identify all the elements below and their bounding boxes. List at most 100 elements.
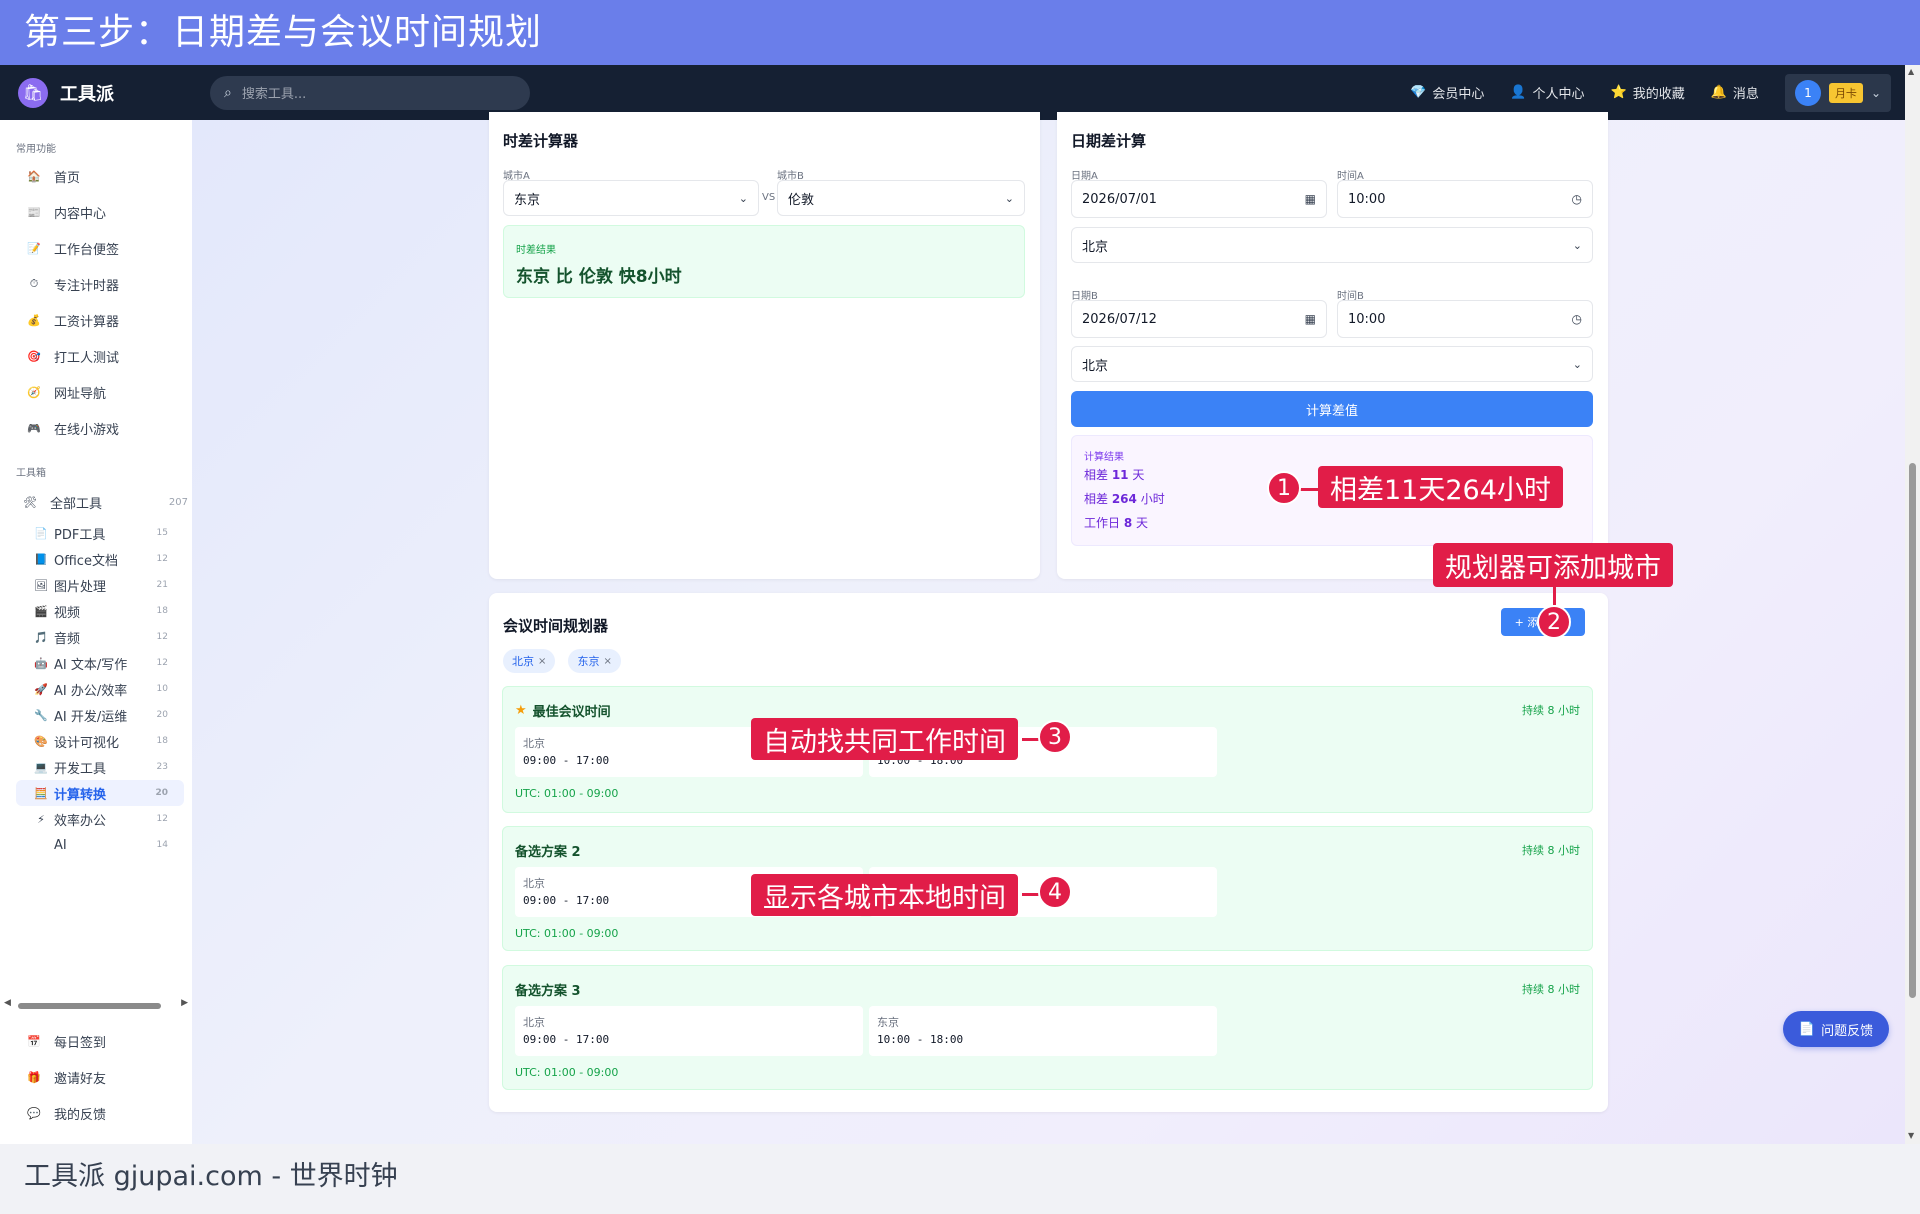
close-icon[interactable]: × [538,656,546,667]
sidebar-item[interactable]: 🤖 AI 文本/写作 12 [0,650,192,676]
sidebar-item-label: AI 开发/运维 [54,709,128,725]
nav-messages[interactable]: 🔔 消息 [1711,83,1759,102]
city-time: 09:00 - 17:00 [523,1033,610,1046]
sidebar-item-icon: 🎯 [27,349,41,363]
time-a-input[interactable]: 10:00 ◷ [1337,180,1593,218]
date-b-value: 2026/07/12 [1082,311,1157,327]
sidebar-item-label: 内容中心 [54,206,107,222]
sidebar-item[interactable]: 📝 工作台便签 [0,230,192,266]
annotation-callout-4: 显示各城市本地时间 [751,874,1018,916]
city-name: 东京 [877,1016,899,1029]
result-workdays: 工作日 8 天 [1084,514,1148,531]
sidebar-item[interactable]: 📰 内容中心 [0,194,192,230]
sidebar-item[interactable]: 📘 Office文档 12 [0,546,192,572]
search-input[interactable]: ⌕ 搜索工具... [210,75,530,110]
timezone-diff-card: 时差计算器 城市A 城市B 东京 ⌄ VS 伦敦 ⌄ 时差结果 东京 比 伦敦 … [489,112,1040,579]
sidebar-item[interactable]: 💬 我的反馈 [0,1095,192,1131]
sidebar-item-label: 专注计时器 [54,278,120,294]
city-a-select[interactable]: 东京 ⌄ [503,180,759,216]
city-time-tile: 北京 09:00 - 17:00 [515,1006,863,1056]
sidebar-item[interactable]: ⏱ 专注计时器 [0,266,192,302]
tutorial-banner-title: 第三步：日期差与会议时间规划 [0,0,1920,65]
sidebar: 常用功能 🏠 首页 📰 内容中心 📝 工作台便签 ⏱ 专注计时器 💰 工资计算器 🎯 打工人测试 🧭 网址… [0,120,192,1144]
calendar-icon[interactable]: ▦ [1305,192,1316,206]
city-a-select[interactable]: 北京 ⌄ [1071,227,1593,263]
scroll-left-arrow-icon[interactable]: ◀ [4,998,11,1008]
sidebar-item-label: Office文档 [54,553,118,569]
chevron-down-icon: ⌄ [738,191,748,205]
scroll-thumb[interactable] [1909,463,1916,998]
scroll-thumb[interactable] [18,1003,161,1009]
calendar-icon[interactable]: ▦ [1305,312,1316,326]
sidebar-item[interactable]: 🖼 图片处理 21 [0,572,192,598]
sidebar-item[interactable]: 🎨 设计可视化 18 [0,728,192,754]
result-number: 8 [1123,516,1133,530]
sidebar-item[interactable]: 🎯 打工人测试 [0,338,192,374]
time-b-input[interactable]: 10:00 ◷ [1337,300,1593,338]
sidebar-item-icon: 📅 [27,1034,41,1048]
sidebar-item[interactable]: 🎁 邀请好友 [0,1059,192,1095]
sidebar-item[interactable]: 🔧 AI 开发/运维 20 [0,702,192,728]
city-b-select[interactable]: 伦敦 ⌄ [777,180,1025,216]
page-vertical-scrollbar[interactable]: ▲ ▼ [1905,65,1920,1144]
plan-utc: UTC: 01:00 - 09:00 [515,1066,619,1079]
sidebar-item[interactable]: 📅 每日签到 [0,1023,192,1059]
feedback-label: 问题反馈 [1821,1023,1874,1039]
nav-favorites[interactable]: ⭐ 我的收藏 [1611,83,1685,102]
result-prefix: 工作日 [1084,516,1124,530]
sidebar-item-icon: 🎨 [34,734,48,748]
sidebar-item-label: 效率办公 [54,813,107,829]
main-content: 时差计算器 城市A 城市B 东京 ⌄ VS 伦敦 ⌄ 时差结果 东京 比 伦敦 … [192,112,1905,1144]
sidebar-item-count: 18 [156,606,168,616]
scroll-down-arrow-icon[interactable]: ▼ [1908,1131,1914,1140]
sidebar-item[interactable]: 🎵 音频 12 [0,624,192,650]
sidebar-item-label: 音频 [54,631,81,647]
result-prefix: 相差 [1084,468,1112,482]
date-a-input[interactable]: 2026/07/01 ▦ [1071,180,1327,218]
sidebar-item[interactable]: 🚀 AI 办公/效率 10 [0,676,192,702]
sidebar-item[interactable]: 📄 PDF工具 15 [0,520,192,546]
nav-personal-center[interactable]: 👤 个人中心 [1510,83,1584,102]
sidebar-item[interactable]: 🎬 视频 18 [0,598,192,624]
user-menu[interactable]: 1 月卡 ⌄ [1784,73,1891,112]
sidebar-item-label: 工作台便签 [54,242,120,258]
sidebar-item[interactable]: AI 14 [0,832,192,858]
sidebar-item-label: 计算转换 [54,787,107,803]
scroll-up-arrow-icon[interactable]: ▲ [1908,67,1914,76]
nav-label: 我的收藏 [1632,87,1685,102]
sidebar-item[interactable]: 💰 工资计算器 [0,302,192,338]
sidebar-item[interactable]: ⚡ 效率办公 12 [0,806,192,832]
plan-duration: 持续 8 小时 [1522,844,1580,857]
calculate-button[interactable]: 计算差值 [1071,391,1593,427]
sidebar-item-icon: 🔧 [34,708,48,722]
sidebar-item-icon: ⚡ [37,812,45,826]
plan-duration: 持续 8 小时 [1522,704,1580,717]
clock-icon[interactable]: ◷ [1572,192,1582,206]
sidebar-item[interactable]: 🧮 计算转换 20 [16,780,184,806]
logo[interactable]: 🛍 工具派 [18,77,188,108]
sidebar-item[interactable]: 🏠 首页 [0,158,192,194]
scroll-right-arrow-icon[interactable]: ▶ [181,998,188,1008]
close-icon[interactable]: × [603,656,611,667]
nav-member-center[interactable]: 💎 会员中心 [1410,83,1484,102]
annotation-number-4: 4 [1038,875,1072,909]
search-icon: ⌕ [224,84,232,101]
sidebar-item[interactable]: 💻 开发工具 23 [0,754,192,780]
logo-text: 工具派 [60,83,114,105]
meeting-plan-alt-3[interactable]: 备选方案 3 持续 8 小时 北京 09:00 - 17:00 东京 10:00 -… [502,965,1593,1090]
date-b-input[interactable]: 2026/07/12 ▦ [1071,300,1327,338]
clock-icon[interactable]: ◷ [1572,312,1582,326]
sidebar-item[interactable]: 🧭 网址导航 [0,374,192,410]
sidebar-item[interactable]: 🎮 在线小游戏 [0,410,192,446]
sidebar-horizontal-scrollbar[interactable]: ◀ ▶ [0,998,192,1012]
sidebar-item-label: 打工人测试 [54,350,120,366]
sidebar-item-all-tools[interactable]: 🛠 全部工具 207 [0,484,192,520]
nav-label: 个人中心 [1532,87,1585,102]
city-chip[interactable]: 东京 × [568,649,621,673]
city-b-select[interactable]: 北京 ⌄ [1071,346,1593,382]
star-icon: ★ [515,703,527,718]
meeting-planner-card: 会议时间规划器 + 添加城市 北京× 东京× ★最佳会议时间 持续 8 小时 北… [489,593,1608,1112]
city-chip[interactable]: 北京 × [503,649,556,673]
feedback-button[interactable]: 📄 问题反馈 [1783,1011,1889,1047]
vip-badge: 月卡 [1828,82,1863,103]
